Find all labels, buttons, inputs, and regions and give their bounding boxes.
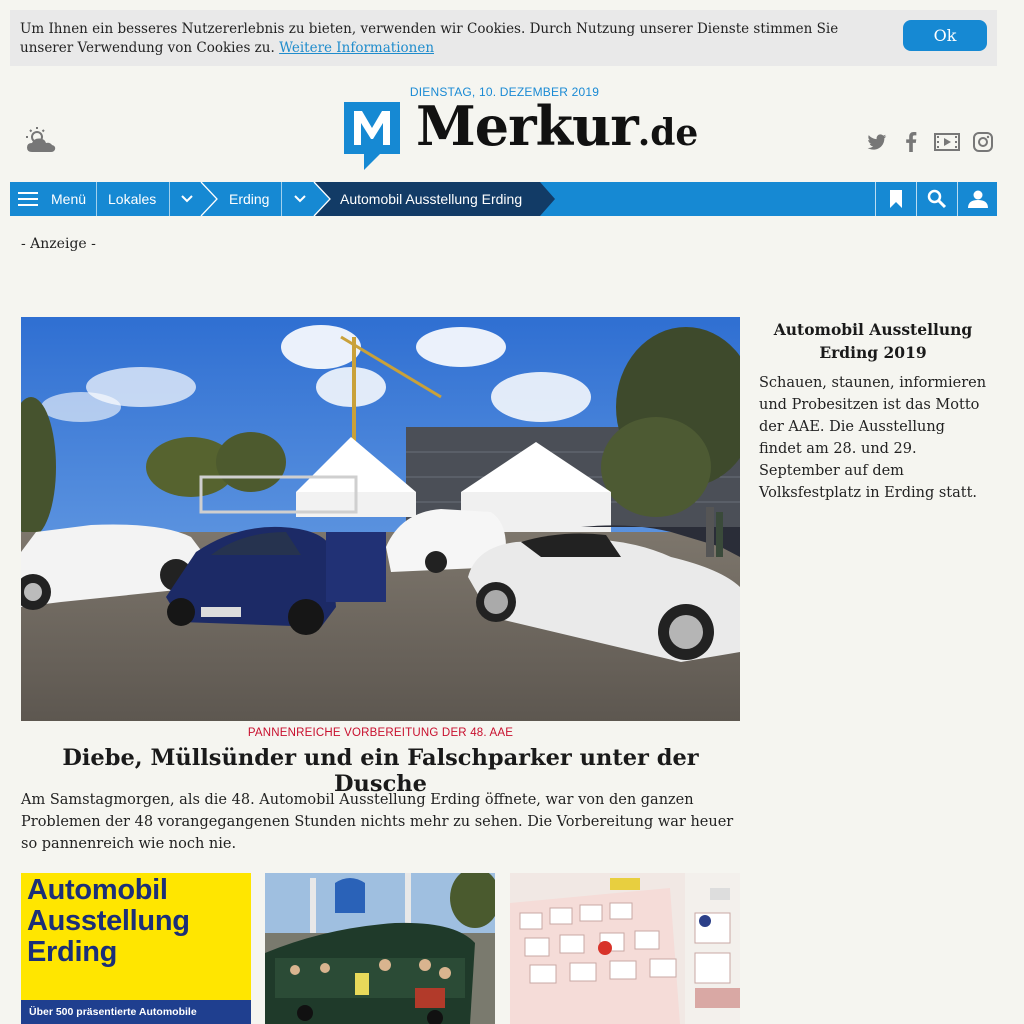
- nav-label-current-wrap: Automobil Ausstellung Erding: [340, 182, 522, 216]
- video-icon[interactable]: [934, 131, 960, 153]
- aae-poster-title: Automobil Ausstellung Erding: [27, 875, 190, 968]
- aae-line-1: Automobil: [27, 874, 168, 906]
- article-teaser: Am Samstagmorgen, als die 48. Automobil …: [21, 792, 734, 852]
- facebook-icon[interactable]: [900, 131, 922, 153]
- chevron-down-icon: [294, 195, 306, 203]
- bookmark-button[interactable]: [875, 182, 915, 216]
- article-kicker: PANNENREICHE VORBEREITUNG DER 48. AAE: [247, 727, 514, 739]
- nav-label-lokales: Lokales: [108, 191, 157, 207]
- logo-wordmark: Merkur.de: [416, 94, 698, 158]
- merkur-m-icon: [344, 102, 400, 170]
- cookie-more-info-link[interactable]: Weitere Informationen: [279, 40, 434, 56]
- chevron-down-icon: [181, 195, 193, 203]
- breadcrumb-separator-icon: [313, 182, 331, 216]
- hero-image[interactable]: [21, 317, 740, 721]
- nav-label-erding: Erding: [229, 191, 270, 207]
- erding-dropdown-toggle[interactable]: [294, 182, 306, 216]
- cookie-message: Um Ihnen ein besseres Nutzererlebnis zu …: [20, 20, 890, 58]
- user-icon: [967, 190, 988, 208]
- aae-line-2: Ausstellung: [27, 905, 190, 937]
- cookie-ok-button[interactable]: Ok: [903, 20, 987, 51]
- aae-line-3: Erding: [27, 936, 118, 968]
- search-icon: [927, 189, 946, 209]
- ad-label: - Anzeige -: [21, 236, 96, 252]
- nav-item-erding[interactable]: Erding: [229, 182, 269, 216]
- twitter-icon[interactable]: [866, 131, 888, 153]
- nav-label-current: Automobil Ausstellung Erding: [340, 191, 523, 207]
- partly-cloudy-icon[interactable]: [24, 126, 58, 156]
- bookmark-icon: [889, 190, 902, 208]
- social-links: [866, 131, 994, 153]
- logo-tld-text: .de: [637, 112, 699, 154]
- train-photo-thumbnail[interactable]: [265, 873, 495, 1024]
- instagram-icon[interactable]: [972, 131, 994, 153]
- search-button[interactable]: [916, 182, 956, 216]
- sidebar-text: Schauen, staunen, informieren und Probes…: [759, 375, 987, 501]
- lokales-dropdown-toggle[interactable]: [181, 182, 193, 216]
- nav-item-lokales[interactable]: Lokales: [108, 182, 156, 216]
- sidebar-title: Automobil Ausstellung Erding 2019: [773, 320, 973, 362]
- merkur-logo[interactable]: Merkur.de: [340, 94, 698, 174]
- main-navigation: Menü Lokales Erding Automobil Ausstellun…: [10, 182, 997, 216]
- aae-poster-thumbnail[interactable]: Automobil Ausstellung Erding Über 500 pr…: [21, 873, 251, 1024]
- aae-poster-banner: Über 500 präsentierte Automobile: [21, 1000, 251, 1024]
- site-map-thumbnail[interactable]: [510, 873, 740, 1024]
- hamburger-icon: [18, 192, 38, 206]
- account-button[interactable]: [957, 182, 997, 216]
- cookie-banner: Um Ihnen ein besseres Nutzererlebnis zu …: [10, 10, 997, 66]
- logo-main-text: Merkur: [416, 94, 639, 158]
- menu-label: Menü: [51, 191, 87, 207]
- menu-button[interactable]: Menü: [18, 182, 86, 216]
- breadcrumb-separator-icon: [200, 182, 218, 216]
